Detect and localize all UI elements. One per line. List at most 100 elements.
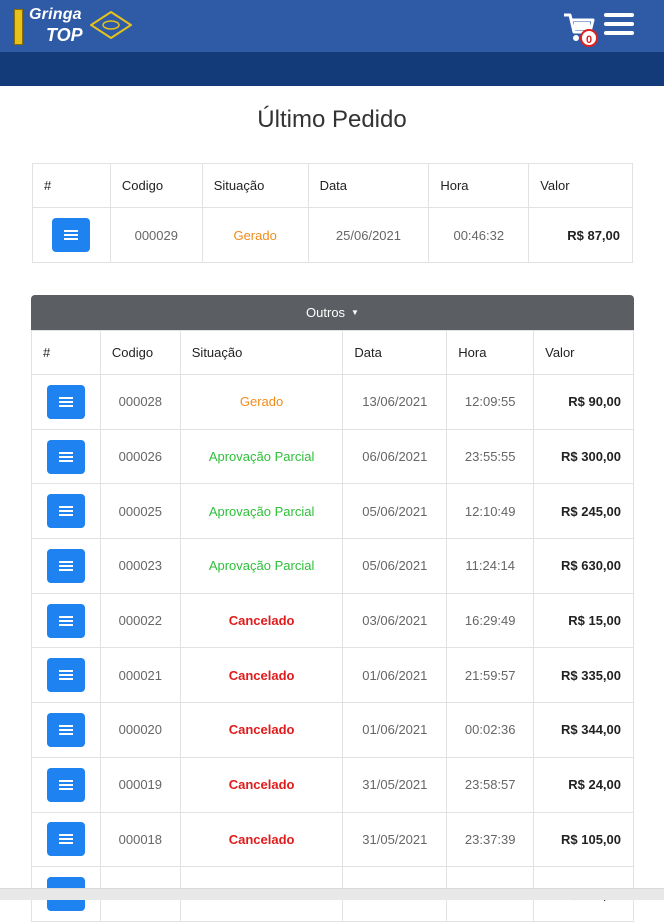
logo-bar <box>14 9 23 45</box>
codigo-cell: 000026 <box>99 428 181 485</box>
logo-text-line2: TOP <box>46 25 83 45</box>
valor-cell: R$ 300,00 <box>533 428 634 485</box>
other-orders-table: # Codigo Situação Data Hora Valor 000028… <box>31 330 634 922</box>
data-cell: 31/05/2021 <box>342 756 448 813</box>
menu-line <box>604 13 634 17</box>
others-label: Outros <box>306 305 346 320</box>
col-hora: Hora <box>428 163 530 208</box>
hora-cell: 12:10:49 <box>446 483 535 540</box>
situacao-cell: Cancelado <box>179 647 344 704</box>
situacao-cell: Cancelado <box>179 811 344 868</box>
details-button[interactable] <box>46 384 85 419</box>
col-hash: # <box>32 163 111 208</box>
details-cell <box>31 374 101 430</box>
situacao-cell: Cancelado <box>179 756 344 813</box>
table-row: 000026 Aprovação Parcial 06/06/2021 23:5… <box>31 428 634 485</box>
valor-cell: R$ 245,00 <box>533 483 634 540</box>
details-button[interactable] <box>46 822 85 857</box>
codigo-cell: 000020 <box>99 702 181 758</box>
situacao-cell: Aprovação Parcial <box>179 538 344 594</box>
table-row: 000029 Gerado 25/06/2021 00:46:32 R$ 87,… <box>32 207 633 263</box>
details-cell <box>31 483 101 540</box>
data-cell: 03/06/2021 <box>342 592 448 649</box>
table-row: 000028 Gerado 13/06/2021 12:09:55 R$ 90,… <box>31 374 634 430</box>
menu-icon[interactable] <box>604 13 634 39</box>
col-hora: Hora <box>446 330 535 375</box>
hora-cell: 12:09:55 <box>446 374 535 430</box>
others-dropdown-button[interactable]: Outros ▼ <box>31 295 634 330</box>
details-cell <box>31 811 101 868</box>
valor-cell: R$ 24,00 <box>533 756 634 813</box>
situacao-cell: Gerado <box>179 374 344 430</box>
situacao-cell: Aprovação Parcial <box>179 483 344 540</box>
menu-line <box>604 22 634 26</box>
codigo-cell: 000028 <box>99 374 181 430</box>
hora-cell: 21:59:57 <box>446 647 535 704</box>
details-cell <box>31 702 101 758</box>
details-button[interactable] <box>46 767 85 802</box>
hora-cell: 23:58:57 <box>446 756 535 813</box>
hora-cell: 23:37:39 <box>446 811 535 868</box>
codigo-cell: 000025 <box>99 483 181 540</box>
col-data: Data <box>307 163 430 208</box>
details-cell <box>31 592 101 649</box>
data-cell: 01/06/2021 <box>342 702 448 758</box>
data-cell: 01/06/2021 <box>342 647 448 704</box>
hora-cell: 23:55:55 <box>446 428 535 485</box>
logo[interactable]: Gringa TOP <box>12 6 132 46</box>
hora-cell: 00:46:32 <box>428 207 530 263</box>
details-button[interactable] <box>46 548 85 583</box>
details-cell <box>31 647 101 704</box>
top-bar: Gringa TOP 0 <box>0 0 664 52</box>
details-cell <box>31 538 101 594</box>
hora-cell: 00:02:36 <box>446 702 535 758</box>
table-header-row: # Codigo Situação Data Hora Valor <box>31 330 634 375</box>
data-cell: 25/06/2021 <box>307 207 430 263</box>
valor-cell: R$ 630,00 <box>533 538 634 594</box>
hora-cell: 11:24:14 <box>446 538 535 594</box>
details-button[interactable] <box>52 218 91 252</box>
codigo-cell: 000018 <box>99 811 181 868</box>
details-button[interactable] <box>46 658 85 693</box>
caret-down-icon: ▼ <box>351 308 359 317</box>
details-button[interactable] <box>46 712 85 747</box>
situacao-cell: Gerado <box>201 207 309 263</box>
data-cell: 05/06/2021 <box>342 538 448 594</box>
codigo-cell: 000019 <box>99 756 181 813</box>
table-header-row: # Codigo Situação Data Hora Valor <box>32 163 633 208</box>
col-valor: Valor <box>533 330 634 375</box>
codigo-cell: 000023 <box>99 538 181 594</box>
valor-cell: R$ 15,00 <box>533 592 634 649</box>
table-row: 000025 Aprovação Parcial 05/06/2021 12:1… <box>31 483 634 540</box>
valor-cell: R$ 87,00 <box>528 207 633 263</box>
details-cell <box>31 428 101 485</box>
col-situacao: Situação <box>201 163 309 208</box>
data-cell: 13/06/2021 <box>342 374 448 430</box>
details-button[interactable] <box>46 603 85 638</box>
situacao-cell: Cancelado <box>179 592 344 649</box>
cart-count-badge: 0 <box>580 29 598 47</box>
details-cell <box>32 207 111 263</box>
col-valor: Valor <box>528 163 633 208</box>
details-button[interactable] <box>46 439 85 474</box>
table-row: 000023 Aprovação Parcial 05/06/2021 11:2… <box>31 538 634 594</box>
data-cell: 06/06/2021 <box>342 428 448 485</box>
data-cell: 31/05/2021 <box>342 811 448 868</box>
table-row: 000020 Cancelado 01/06/2021 00:02:36 R$ … <box>31 702 634 758</box>
details-button[interactable] <box>46 494 85 529</box>
page-title: Último Pedido <box>257 106 407 133</box>
logo-diamond-icon <box>90 11 132 39</box>
table-row: 000018 Cancelado 31/05/2021 23:37:39 R$ … <box>31 811 634 868</box>
codigo-cell: 000021 <box>99 647 181 704</box>
hora-cell: 16:29:49 <box>446 592 535 649</box>
codigo-cell: 000022 <box>99 592 181 649</box>
logo-text-line1: Gringa <box>29 6 82 23</box>
col-codigo: Codigo <box>99 330 181 375</box>
col-situacao: Situação <box>179 330 344 375</box>
codigo-cell: 000029 <box>109 207 203 263</box>
menu-line <box>604 31 634 35</box>
situacao-cell: Aprovação Parcial <box>179 428 344 485</box>
situacao-cell: Cancelado <box>179 702 344 758</box>
last-order-table: # Codigo Situação Data Hora Valor 000029… <box>32 163 633 263</box>
valor-cell: R$ 344,00 <box>533 702 634 758</box>
